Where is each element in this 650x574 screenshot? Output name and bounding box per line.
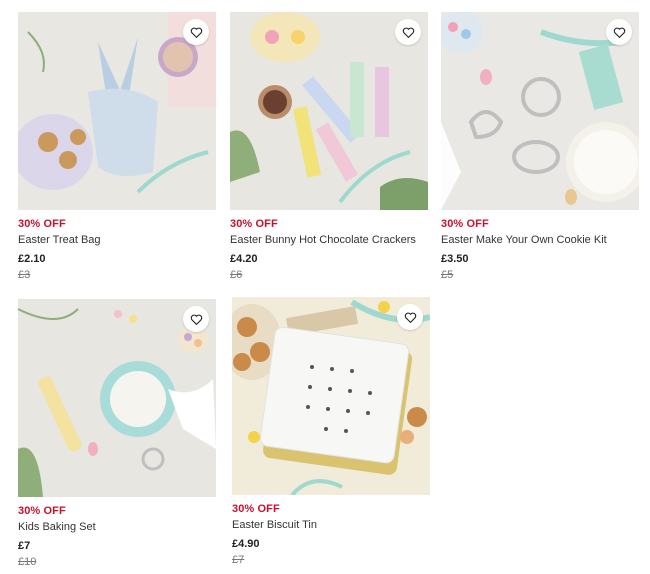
add-to-wishlist-button[interactable]	[395, 19, 421, 45]
original-price: £5	[441, 269, 454, 281]
easter-treat-bag-image	[18, 12, 216, 210]
cookie-kit-image	[441, 12, 639, 210]
original-price: £6	[230, 269, 243, 281]
product-card[interactable]: 30% OFF Easter Treat Bag £2.10 £3	[18, 12, 216, 282]
product-price: £4.20	[230, 253, 258, 265]
product-image[interactable]	[441, 12, 639, 210]
discount-badge: 30% OFF	[18, 505, 66, 517]
discount-badge: 30% OFF	[230, 218, 278, 230]
original-price: £7	[232, 554, 245, 566]
discount-badge: 30% OFF	[441, 218, 489, 230]
product-image[interactable]	[232, 297, 430, 495]
add-to-wishlist-button[interactable]	[183, 19, 209, 45]
product-image[interactable]	[18, 12, 216, 210]
add-to-wishlist-button[interactable]	[397, 304, 423, 330]
product-price: £2.10	[18, 253, 46, 265]
heart-outline-icon	[404, 312, 416, 323]
product-title[interactable]: Easter Make Your Own Cookie Kit	[441, 234, 639, 247]
hot-chocolate-crackers-image	[230, 12, 428, 210]
product-title[interactable]: Easter Treat Bag	[18, 234, 216, 247]
heart-outline-icon	[613, 27, 625, 38]
discount-badge: 30% OFF	[232, 503, 280, 515]
product-image[interactable]	[230, 12, 428, 210]
product-price: £3.50	[441, 253, 469, 265]
discount-badge: 30% OFF	[18, 218, 66, 230]
heart-outline-icon	[190, 27, 202, 38]
original-price: £3	[18, 269, 31, 281]
product-price: £4.90	[232, 538, 260, 550]
heart-outline-icon	[402, 27, 414, 38]
product-title[interactable]: Kids Baking Set	[18, 521, 216, 534]
kids-baking-set-image	[18, 299, 216, 497]
product-card[interactable]: 30% OFF Easter Biscuit Tin £4.90 £7	[232, 297, 430, 567]
original-price: £10	[18, 556, 37, 568]
heart-outline-icon	[190, 314, 202, 325]
biscuit-tin-image	[232, 297, 430, 495]
product-card[interactable]: 30% OFF Kids Baking Set £7 £10	[18, 299, 216, 569]
product-image[interactable]	[18, 299, 216, 497]
product-price: £7	[18, 540, 31, 552]
product-title[interactable]: Easter Biscuit Tin	[232, 519, 430, 532]
product-card[interactable]: 30% OFF Easter Bunny Hot Chocolate Crack…	[230, 12, 428, 282]
add-to-wishlist-button[interactable]	[183, 306, 209, 332]
add-to-wishlist-button[interactable]	[606, 19, 632, 45]
product-title[interactable]: Easter Bunny Hot Chocolate Crackers	[230, 234, 428, 247]
product-card[interactable]: 30% OFF Easter Make Your Own Cookie Kit …	[441, 12, 639, 282]
